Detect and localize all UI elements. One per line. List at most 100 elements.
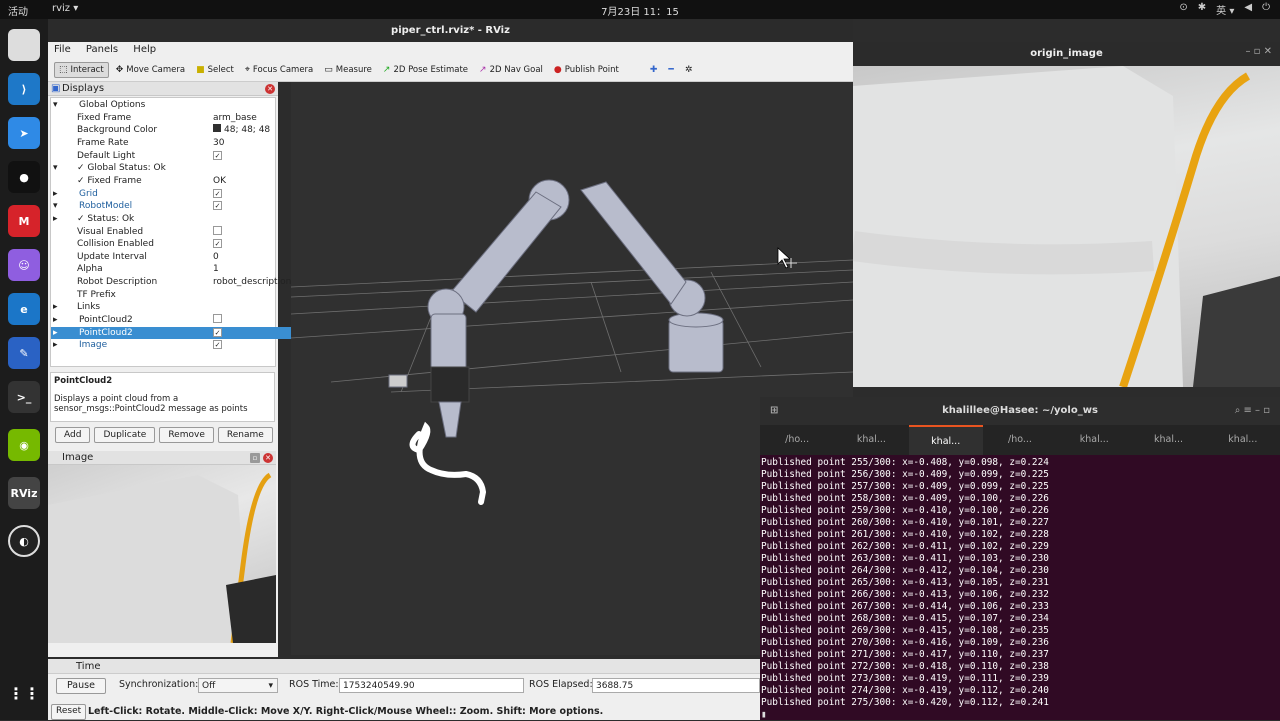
qq-icon[interactable]: ● bbox=[8, 161, 40, 193]
new-tab-icon[interactable]: ⊞ bbox=[770, 397, 778, 425]
nvidia-icon[interactable]: ◉ bbox=[8, 429, 40, 461]
terminal-controls[interactable]: ⌕ ≡ – ▫ bbox=[1235, 397, 1270, 425]
expand-arrow-icon[interactable]: ▸ bbox=[53, 339, 58, 352]
terminal-tab[interactable]: khal... bbox=[908, 425, 983, 455]
lang-indicator[interactable]: 英 ▾ bbox=[1216, 2, 1234, 17]
checkbox[interactable]: ✓ bbox=[213, 239, 222, 249]
pause-button[interactable]: Pause bbox=[56, 678, 106, 694]
ros-time-field[interactable]: 1753240549.90 bbox=[339, 678, 524, 693]
expand-arrow-icon[interactable]: ▸ bbox=[53, 188, 58, 201]
tree-row[interactable]: Collision Enabled ✓ bbox=[51, 238, 323, 251]
terminal-tab[interactable]: khal... bbox=[834, 425, 908, 455]
tree-row[interactable]: ▸ Grid ✓ bbox=[51, 188, 323, 201]
obs-icon[interactable]: ◐ bbox=[8, 525, 40, 557]
checkbox[interactable]: ✓ bbox=[213, 188, 222, 198]
clock[interactable]: 7月23日 11：15 bbox=[0, 3, 1280, 18]
expand-arrow-icon[interactable]: ▾ bbox=[53, 99, 58, 112]
window-controls[interactable]: – ▫ ✕ bbox=[1245, 46, 1272, 57]
expand-arrow-icon[interactable]: ▸ bbox=[53, 301, 58, 314]
tree-row[interactable]: ✓ Fixed Frame OK bbox=[51, 175, 323, 188]
sync-select[interactable]: Off ▾ bbox=[198, 678, 278, 693]
volume-icon[interactable]: ◀ bbox=[1244, 2, 1252, 17]
add-button[interactable]: Add bbox=[55, 427, 91, 443]
system-tray[interactable]: ⊙ ✱ 英 ▾ ◀ ⏻ bbox=[1179, 2, 1270, 17]
tree-row[interactable]: Default Light ✓ bbox=[51, 150, 323, 163]
tree-row-value[interactable]: ✓ bbox=[213, 150, 222, 163]
tree-row[interactable]: ▾ Global Options bbox=[51, 99, 323, 112]
close-icon[interactable]: ✕ bbox=[263, 453, 273, 463]
tree-row[interactable]: ▸ PointCloud2 ✓ bbox=[51, 326, 323, 340]
expand-arrow-icon[interactable]: ▸ bbox=[53, 314, 58, 327]
tree-row[interactable]: Alpha 1 bbox=[51, 263, 323, 276]
tree-row[interactable]: ▸ PointCloud2 bbox=[51, 314, 323, 327]
expand-arrow-icon[interactable]: ▾ bbox=[53, 200, 58, 213]
tree-row[interactable]: ▸ Links bbox=[51, 301, 323, 314]
menu-file[interactable]: File bbox=[48, 42, 77, 55]
undock-icon[interactable]: ▫ bbox=[250, 453, 260, 463]
tool-move-camera[interactable]: ✥ Move Camera bbox=[112, 63, 189, 77]
edge-icon[interactable]: e bbox=[8, 293, 40, 325]
tree-row-value[interactable]: OK bbox=[213, 175, 226, 188]
checkbox[interactable]: ✓ bbox=[213, 150, 222, 160]
terminal-icon[interactable]: >_ bbox=[8, 381, 40, 413]
menu-panels[interactable]: Panels bbox=[80, 42, 124, 55]
tool-measure[interactable]: ▭ Measure bbox=[320, 63, 376, 77]
vscode-icon[interactable]: ⟩ bbox=[8, 73, 40, 105]
terminal-tab[interactable]: khal... bbox=[1206, 425, 1280, 455]
tree-row-value[interactable]: 0 bbox=[213, 251, 219, 264]
tree-row-value[interactable]: 48; 48; 48 bbox=[213, 124, 270, 137]
terminal-tab[interactable]: khal... bbox=[1131, 425, 1205, 455]
tool-2d-nav-goal[interactable]: ↗ 2D Nav Goal bbox=[475, 63, 547, 77]
tool-publish-point[interactable]: ● Publish Point bbox=[550, 63, 623, 77]
editor-icon[interactable]: ✎ bbox=[8, 337, 40, 369]
tool-interact[interactable]: ⬚ Interact bbox=[54, 62, 109, 78]
power-icon[interactable]: ⏻ bbox=[1262, 2, 1270, 17]
close-icon[interactable]: ✕ bbox=[265, 84, 275, 94]
tree-row-value[interactable]: ✓ bbox=[213, 188, 222, 201]
files-icon[interactable] bbox=[8, 29, 40, 61]
expand-arrow-icon[interactable]: ▸ bbox=[53, 327, 58, 340]
duplicate-button[interactable]: Duplicate bbox=[94, 427, 156, 443]
ros-elapsed-field[interactable]: 3688.75 bbox=[592, 678, 760, 693]
tree-row[interactable]: ▾ ✓ Global Status: Ok bbox=[51, 162, 323, 175]
feishu-icon[interactable]: ➤ bbox=[8, 117, 40, 149]
tree-row[interactable]: Update Interval 0 bbox=[51, 251, 323, 264]
network-icon[interactable]: ⊙ bbox=[1179, 2, 1187, 17]
expand-arrow-icon[interactable]: ▾ bbox=[53, 162, 58, 175]
tree-row-value[interactable] bbox=[213, 314, 222, 328]
tree-row[interactable]: ▸ ✓ Status: Ok bbox=[51, 213, 323, 226]
tree-row-value[interactable]: 30 bbox=[213, 137, 224, 150]
tool-focus-camera[interactable]: ⌖ Focus Camera bbox=[241, 63, 317, 77]
terminal-output[interactable]: Published point 255/300: x=-0.408, y=0.0… bbox=[760, 455, 1280, 721]
remove-button[interactable]: Remove bbox=[159, 427, 214, 443]
reset-button[interactable]: Reset bbox=[51, 704, 87, 720]
terminal-tab[interactable]: khal... bbox=[1057, 425, 1131, 455]
add-tool-button[interactable]: ✚ bbox=[646, 63, 662, 77]
rviz-icon[interactable]: RViz bbox=[8, 477, 40, 509]
tree-row-value[interactable]: robot_description bbox=[213, 276, 291, 289]
tree-row[interactable]: ▸ Image ✓ bbox=[51, 339, 323, 352]
checkbox[interactable]: ✓ bbox=[213, 201, 222, 211]
bluetooth-icon[interactable]: ✱ bbox=[1198, 2, 1206, 17]
tree-row-value[interactable]: 1 bbox=[213, 263, 219, 276]
app-red-icon[interactable]: M bbox=[8, 205, 40, 237]
tree-row[interactable]: Visual Enabled bbox=[51, 225, 323, 240]
tree-row-value[interactable]: ✓ bbox=[213, 327, 222, 340]
tree-row-value[interactable] bbox=[213, 225, 222, 240]
show-apps-icon[interactable]: ⋮⋮ bbox=[8, 677, 40, 709]
tool-2d-pose-estimate[interactable]: ↗ 2D Pose Estimate bbox=[379, 63, 472, 77]
tree-row[interactable]: Frame Rate 30 bbox=[51, 137, 323, 150]
tool-settings-button[interactable]: ✲ bbox=[681, 63, 697, 77]
expand-arrow-icon[interactable]: ▸ bbox=[53, 213, 58, 226]
tree-row[interactable]: ▾ RobotModel ✓ bbox=[51, 200, 323, 213]
checkbox[interactable] bbox=[213, 225, 222, 235]
tree-row-value[interactable]: arm_base bbox=[213, 112, 257, 125]
tree-row-value[interactable]: ✓ bbox=[213, 339, 222, 352]
checkbox[interactable]: ✓ bbox=[213, 327, 222, 337]
terminal-tab[interactable]: /ho... bbox=[983, 425, 1057, 455]
tree-row[interactable]: Fixed Frame arm_base bbox=[51, 112, 323, 125]
tree-row[interactable]: TF Prefix bbox=[51, 289, 323, 302]
menu-help[interactable]: Help bbox=[127, 42, 162, 55]
displays-tree[interactable]: ▾ Global Options Fixed Frame arm_base Backgr… bbox=[50, 97, 323, 367]
rename-button[interactable]: Rename bbox=[217, 427, 273, 443]
